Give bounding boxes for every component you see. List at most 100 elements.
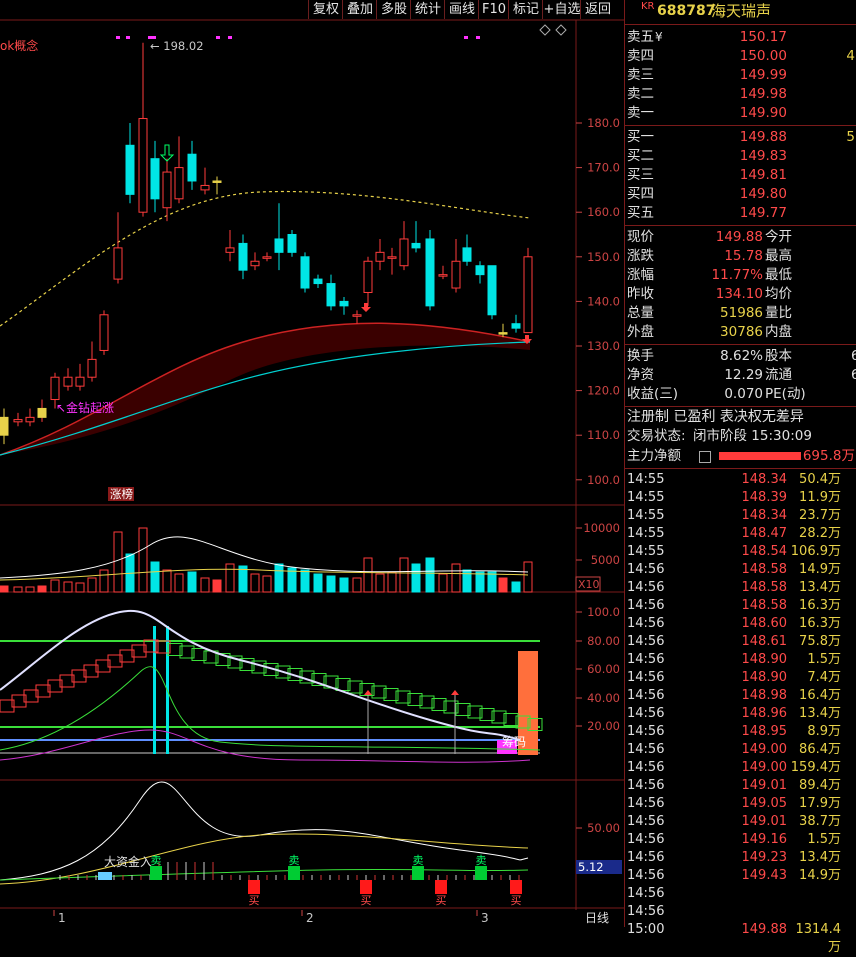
ask-row[interactable]: 卖二 149.98 xyxy=(625,85,856,104)
ask-row[interactable]: 卖一 149.90 xyxy=(625,104,856,123)
tick-volume: 13.4万 xyxy=(799,580,841,595)
candle-body xyxy=(99,314,109,351)
price-tick-label: 150.0 xyxy=(587,250,620,264)
tick-volume: 13.4万 xyxy=(799,706,841,721)
tick-row[interactable]: 14:55 148.47 28.2万 xyxy=(625,525,856,543)
bid-price: 149.77 xyxy=(739,205,787,221)
quote-label-2: PE(动) xyxy=(765,386,806,402)
tick-row[interactable]: 14:55 148.34 23.7万 xyxy=(625,507,856,525)
bid-row[interactable]: 买三 149.81 xyxy=(625,166,856,185)
ask-row[interactable]: 卖四 150.00 4 xyxy=(625,47,856,66)
ask-label: 卖四 xyxy=(627,48,654,64)
period-label: 日线 xyxy=(585,911,609,925)
price-tick-label: 120.0 xyxy=(587,384,620,398)
quote-label: 昨收 xyxy=(627,286,654,302)
bottom-tick-label: 50.00 xyxy=(587,821,620,835)
buy-sell-box xyxy=(475,866,487,880)
quote-label-2: 最低 xyxy=(765,267,792,283)
volume-bar xyxy=(511,581,521,593)
volume-bar xyxy=(138,527,148,593)
bid-row[interactable]: 买四 149.80 xyxy=(625,185,856,204)
quote-row: 总量 51986 量比 xyxy=(625,304,856,323)
tick-time: 14:55 xyxy=(627,526,665,541)
tick-price: 149.01 xyxy=(741,778,788,793)
candle-body xyxy=(87,358,97,378)
net-flow-icon[interactable] xyxy=(699,451,711,463)
bid-row[interactable]: 买五 149.77 xyxy=(625,204,856,223)
tick-row[interactable]: 14:56 148.60 16.3万 xyxy=(625,615,856,633)
tick-row[interactable]: 14:56 149.05 17.9万 xyxy=(625,795,856,813)
tick-row[interactable]: 14:56 xyxy=(625,885,856,903)
tick-row[interactable]: 15:00 149.88 1314.4万 xyxy=(625,921,856,955)
volume-bar xyxy=(339,577,349,593)
tick-volume: 11.9万 xyxy=(799,490,841,505)
tick-time: 14:56 xyxy=(627,814,665,829)
tick-row[interactable]: 14:56 148.58 16.3万 xyxy=(625,597,856,615)
ask-label: 卖三 xyxy=(627,67,654,83)
volume-bar xyxy=(487,571,497,593)
ask-row[interactable]: 卖五 ¥150.17 xyxy=(625,28,856,47)
tick-row[interactable]: 14:56 149.43 14.9万 xyxy=(625,867,856,885)
bid-row[interactable]: 买一 149.88 5 xyxy=(625,128,856,147)
tick-row[interactable]: 14:56 148.58 14.9万 xyxy=(625,561,856,579)
quote-row: 收益(三) 0.070 PE(动) xyxy=(625,385,856,404)
candle-body xyxy=(425,238,435,307)
ask-flag: ¥ xyxy=(655,30,663,44)
tick-row[interactable]: 14:56 148.98 16.4万 xyxy=(625,687,856,705)
tick-row[interactable]: 14:56 148.95 8.9万 xyxy=(625,723,856,741)
tick-row[interactable]: 14:56 149.01 89.4万 xyxy=(625,777,856,795)
buy-sell-box xyxy=(412,866,424,880)
tick-row[interactable]: 14:56 xyxy=(625,903,856,921)
candle-body xyxy=(187,153,197,182)
up-arrow-icon xyxy=(361,303,371,312)
quote-value: 11.77% xyxy=(711,267,763,283)
candle-body xyxy=(451,260,461,289)
volume-bar xyxy=(438,573,448,593)
tick-row[interactable]: 14:56 148.90 1.5万 xyxy=(625,651,856,669)
tick-row[interactable]: 14:56 149.23 13.4万 xyxy=(625,849,856,867)
bid-label: 买二 xyxy=(627,148,654,164)
tick-row[interactable]: 14:56 149.01 38.7万 xyxy=(625,813,856,831)
tick-time: 14:56 xyxy=(627,832,665,847)
tick-price: 148.98 xyxy=(741,688,788,703)
tick-volume: 8.9万 xyxy=(807,724,841,739)
price-tick-label: 160.0 xyxy=(587,205,620,219)
signal-box xyxy=(98,872,112,880)
kline-chart[interactable]: 180.0 170.0 160.0 150.0 140.0 130.0 120.0 110.0… xyxy=(0,0,624,927)
tick-row[interactable]: 14:55 148.39 11.9万 xyxy=(625,489,856,507)
candle-body xyxy=(150,158,160,200)
ranking-label: 涨榜 xyxy=(110,487,133,501)
tick-price: 149.01 xyxy=(741,814,788,829)
bid-row[interactable]: 买二 149.83 xyxy=(625,147,856,166)
tick-row[interactable]: 14:56 148.96 13.4万 xyxy=(625,705,856,723)
quote-row: 涨幅 11.77% 最低 xyxy=(625,266,856,285)
tick-row[interactable]: 14:56 148.90 7.4万 xyxy=(625,669,856,687)
tick-row[interactable]: 14:55 148.34 50.4万 xyxy=(625,471,856,489)
tick-price: 148.96 xyxy=(741,706,788,721)
ask-row[interactable]: 卖三 149.99 xyxy=(625,66,856,85)
up-arrow-icon xyxy=(451,690,459,695)
tick-row[interactable]: 14:56 149.00 159.4万 xyxy=(625,759,856,777)
tick-price: 148.39 xyxy=(741,490,788,505)
tick-price: 149.05 xyxy=(741,796,788,811)
buy-sell-label: 卖 xyxy=(289,854,300,867)
stock-name: 海天瑞声 xyxy=(711,2,772,20)
candle-body xyxy=(75,376,85,387)
price-tick-label: 130.0 xyxy=(587,339,620,353)
price-tick-label: 180.0 xyxy=(587,116,620,130)
indicator-tick-label: 60.00 xyxy=(587,662,620,676)
volume-bar xyxy=(75,582,85,593)
tick-row[interactable]: 14:56 148.58 13.4万 xyxy=(625,579,856,597)
tick-time: 14:56 xyxy=(627,580,665,595)
diamond-icon xyxy=(555,24,567,36)
tick-row[interactable]: 14:56 149.16 1.5万 xyxy=(625,831,856,849)
quote-label: 总量 xyxy=(627,305,654,321)
tick-volume: 16.3万 xyxy=(799,616,841,631)
tick-row[interactable]: 14:56 149.00 86.4万 xyxy=(625,741,856,759)
buy-sell-label: 卖 xyxy=(413,854,424,867)
tick-row[interactable]: 14:55 148.54 106.9万 xyxy=(625,543,856,561)
volume-bar xyxy=(50,579,60,593)
tick-price: 148.34 xyxy=(741,508,788,523)
volume-bar xyxy=(0,585,9,593)
tick-row[interactable]: 14:56 148.61 75.8万 xyxy=(625,633,856,651)
